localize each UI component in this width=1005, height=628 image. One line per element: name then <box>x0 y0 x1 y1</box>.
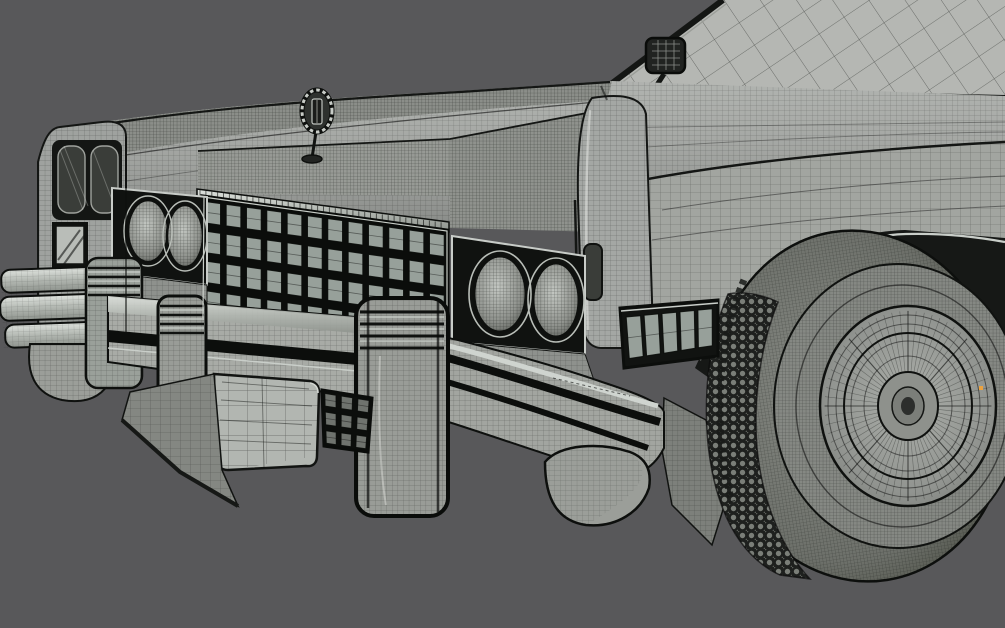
hubcap <box>820 306 996 506</box>
license-plate-recess <box>214 374 319 470</box>
viewport-3d[interactable] <box>0 0 1005 628</box>
fender-marker-inset <box>584 244 602 300</box>
cornering-lamp <box>620 300 718 368</box>
wireframe-render <box>0 0 1005 628</box>
lower-grille <box>322 390 372 452</box>
left-marker-lamp <box>52 222 88 268</box>
selected-vertex[interactable] <box>979 386 983 390</box>
right-headlight-pair <box>452 236 585 354</box>
